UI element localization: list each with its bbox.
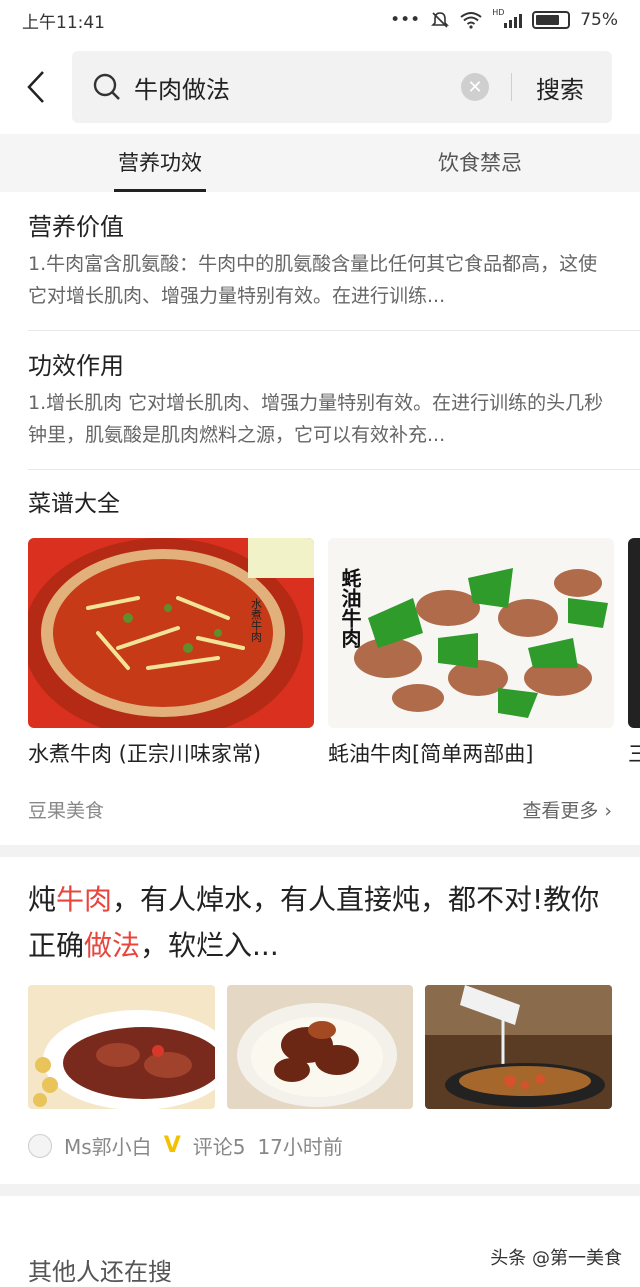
title-highlight: 牛肉	[56, 883, 113, 916]
search-input[interactable]: 牛肉做法	[134, 70, 461, 105]
recipe-card[interactable]: 三	[628, 538, 640, 770]
status-time: 上午11:41	[22, 12, 105, 33]
more-dots-icon: •••	[390, 10, 421, 30]
back-arrow-icon	[27, 71, 44, 103]
recipes-section: 菜谱大全 水煮牛肉 水煮牛肉 (正宗川味家常) 蚝油牛肉 蚝油牛肉[简单两部曲]…	[0, 470, 640, 845]
watermark: 头条 @第一美食	[486, 1242, 626, 1272]
nutrition-section[interactable]: 营养价值 1.牛肉富含肌氨酸：牛肉中的肌氨酸含量比任何其它食品都高，这使它对增长…	[28, 192, 640, 331]
recipe-card[interactable]: 水煮牛肉 水煮牛肉 (正宗川味家常)	[28, 538, 314, 770]
search-icon	[93, 73, 120, 100]
wifi-icon	[460, 12, 482, 29]
recipe-image-label: 蚝油牛肉	[338, 567, 362, 648]
article-images	[28, 985, 613, 1109]
nutrition-title: 营养价值	[28, 213, 124, 241]
recipe-card[interactable]: 蚝油牛肉 蚝油牛肉[简单两部曲]	[328, 538, 614, 770]
status-icons: ••• HD 75%	[390, 8, 618, 30]
clear-icon[interactable]: ✕	[461, 73, 489, 101]
search-box[interactable]: 牛肉做法 ✕ 搜索	[72, 51, 612, 123]
see-more-label: 查看更多	[522, 800, 599, 822]
chevron-right-icon: ›	[604, 800, 612, 822]
see-more-link[interactable]: 查看更多 ›	[522, 796, 612, 823]
tab-diet-taboo[interactable]: 饮食禁忌	[320, 134, 640, 192]
article-meta: Ms郭小白 V 评论5 17小时前	[28, 1131, 612, 1160]
related-searches-title: 其他人还在搜	[28, 1258, 172, 1286]
title-text: 炖	[28, 883, 57, 916]
recipe-name: 蚝油牛肉[简单两部曲]	[328, 742, 534, 766]
recipes-title: 菜谱大全	[28, 491, 120, 517]
recipe-image-oyster-beef: 蚝油牛肉	[328, 538, 614, 728]
status-bar: 上午11:41 ••• HD 75%	[0, 0, 640, 40]
title-highlight: 做法	[84, 929, 141, 962]
effects-section[interactable]: 功效作用 1.增长肌肉 它对增长肌肉、增强力量特别有效。在进行训练的头几秒钟里，…	[28, 331, 640, 470]
recipes-footer: 豆果美食 查看更多 ›	[28, 770, 640, 845]
article-card[interactable]: 炖牛肉，有人焯水，有人直接炖，都不对!教你正确做法，软烂入... Ms郭小白 V…	[0, 857, 640, 1184]
tab-nutrition[interactable]: 营养功效	[0, 134, 320, 192]
back-button[interactable]	[0, 70, 72, 104]
article-image	[226, 985, 414, 1109]
tab-bar: 营养功效 饮食禁忌	[0, 134, 640, 192]
recipe-image	[628, 538, 640, 728]
mute-icon	[431, 12, 450, 28]
recipes-source: 豆果美食	[28, 800, 105, 822]
post-time: 17小时前	[257, 1135, 343, 1159]
article-image	[425, 985, 613, 1109]
battery-icon	[532, 11, 571, 29]
battery-percent: 75%	[580, 10, 618, 30]
signal-label: HD	[492, 8, 505, 17]
recipe-name: 水煮牛肉 (正宗川味家常)	[28, 742, 262, 766]
search-button[interactable]: 搜索	[536, 70, 584, 105]
nutrition-desc: 1.牛肉富含肌氨酸：牛肉中的肌氨酸含量比任何其它食品都高，这使它对增长肌肉、增强…	[28, 253, 598, 307]
effects-desc: 1.增长肌肉 它对增长肌肉、增强力量特别有效。在进行训练的头几秒钟里，肌氨酸是肌…	[28, 392, 604, 446]
section-gap	[0, 1184, 640, 1196]
recipe-image-label: 水煮牛肉	[250, 598, 263, 642]
author-name[interactable]: Ms郭小白	[64, 1131, 152, 1160]
title-text: ，软烂入...	[140, 929, 279, 962]
comment-count: 评论5	[192, 1135, 246, 1159]
search-header: 牛肉做法 ✕ 搜索	[0, 40, 640, 134]
avatar[interactable]	[28, 1133, 52, 1158]
signal-icon: HD	[492, 8, 523, 28]
recipe-image-boiled-beef: 水煮牛肉	[28, 538, 314, 728]
article-title[interactable]: 炖牛肉，有人焯水，有人直接炖，都不对!教你正确做法，软烂入...	[28, 877, 612, 969]
article-image	[28, 985, 215, 1109]
verified-badge: V	[163, 1133, 181, 1158]
section-gap	[0, 845, 640, 857]
divider	[511, 73, 512, 101]
effects-title: 功效作用	[28, 352, 124, 380]
recipe-carousel[interactable]: 水煮牛肉 水煮牛肉 (正宗川味家常) 蚝油牛肉 蚝油牛肉[简单两部曲] 三	[28, 538, 640, 770]
recipe-name: 三	[628, 742, 640, 766]
